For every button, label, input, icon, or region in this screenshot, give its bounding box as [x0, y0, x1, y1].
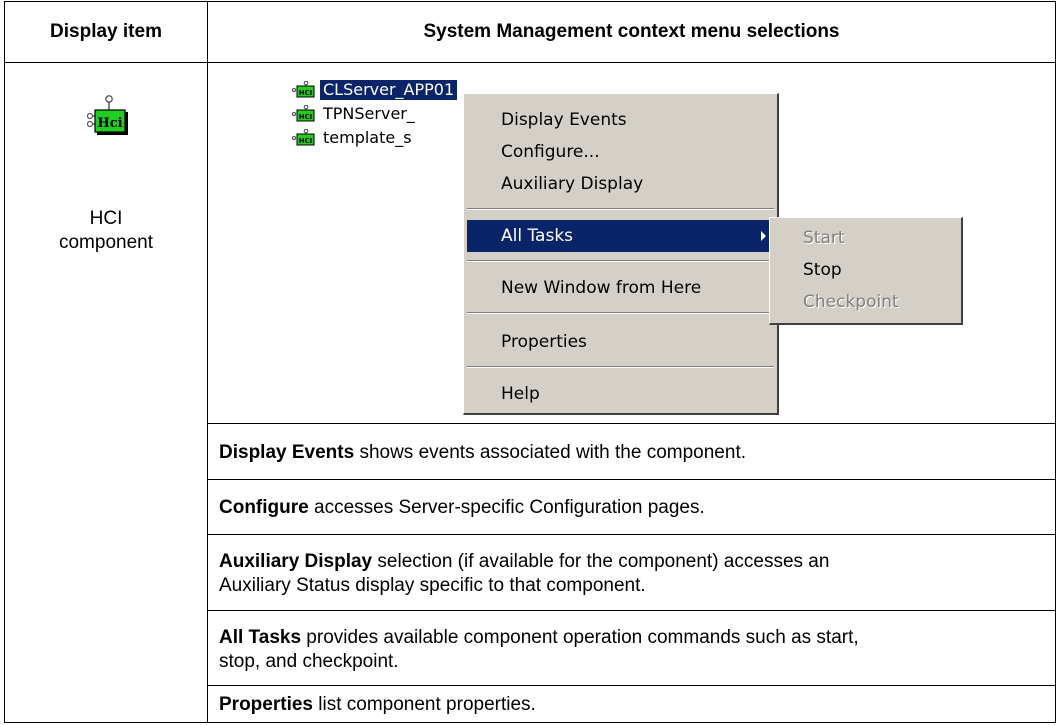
description-term: Auxiliary Display	[219, 551, 373, 572]
all-tasks-submenu: Start Stop Checkpoint	[769, 217, 963, 325]
menu-separator	[467, 260, 774, 262]
description-term: Properties	[219, 694, 313, 715]
hci-component-icon: Hci	[87, 95, 128, 135]
hci-server-icon: HCI	[292, 81, 315, 98]
menu-item-all-tasks[interactable]: All Tasks	[467, 220, 774, 252]
context-menu: Display Events Configure... Auxiliary Di…	[463, 93, 779, 415]
description-all-tasks: All Tasks provides available component o…	[208, 626, 888, 674]
tree-item-tpnserver[interactable]: HCI TPNServer_	[292, 103, 418, 125]
row-divider	[208, 479, 1055, 480]
tree-item-label: CLServer_APP01	[318, 79, 459, 101]
row-divider	[208, 610, 1055, 611]
submenu-arrow-icon	[761, 231, 766, 241]
submenu-item-start[interactable]: Start	[773, 222, 958, 254]
row-divider	[208, 423, 1055, 424]
description-term: Display Events	[219, 442, 355, 463]
menu-item-configure[interactable]: Configure...	[467, 136, 774, 168]
hci-server-icon: HCI	[292, 129, 315, 146]
description-configure: Configure accesses Server-specific Confi…	[208, 496, 1055, 520]
description-text: accesses Server-specific Configuration p…	[308, 497, 705, 518]
reference-table: Display item System Management context m…	[4, 1, 1056, 723]
svg-text:HCI: HCI	[299, 89, 313, 97]
display-item-label-line2: component	[58, 232, 153, 253]
hci-icon-text: Hci	[97, 116, 122, 131]
tree-item-label: TPNServer_	[323, 104, 415, 123]
svg-text:HCI: HCI	[299, 113, 313, 121]
header-display-item: Display item	[50, 21, 162, 42]
display-item-label-line1: HCI	[89, 208, 123, 229]
menu-separator	[467, 312, 774, 314]
description-text: list component properties.	[312, 694, 536, 715]
display-item-label: HCI component	[5, 207, 207, 255]
menu-item-display-events[interactable]: Display Events	[467, 104, 774, 136]
menu-separator	[467, 366, 774, 368]
menu-item-label: All Tasks	[501, 226, 574, 246]
menu-item-properties[interactable]: Properties	[467, 326, 774, 358]
description-term: Configure	[219, 497, 309, 518]
menu-separator	[467, 208, 774, 210]
svg-text:HCI: HCI	[299, 137, 313, 145]
submenu-item-stop[interactable]: Stop	[773, 254, 958, 286]
context-menu-screenshot: HCI CLServer_APP01 HCI TPNServer_ HCI te…	[208, 63, 1055, 423]
description-display-events: Display Events shows events associated w…	[208, 441, 1055, 465]
tree-item-template[interactable]: HCI template_s	[292, 127, 415, 149]
description-auxiliary-display: Auxiliary Display selection (if availabl…	[208, 550, 868, 598]
row-divider	[208, 534, 1055, 535]
tree-item-label: template_s	[323, 128, 412, 147]
description-term: All Tasks	[219, 627, 302, 648]
menu-item-auxiliary-display[interactable]: Auxiliary Display	[467, 168, 774, 200]
description-text: shows events associated with the compone…	[354, 442, 747, 463]
tree-item-clserver[interactable]: HCI CLServer_APP01	[292, 79, 459, 101]
menu-item-help[interactable]: Help	[467, 378, 774, 410]
description-text: provides available component operation c…	[219, 627, 859, 672]
header-context-menu-selections: System Management context menu selection…	[423, 21, 840, 42]
description-properties: Properties list component properties.	[208, 693, 1055, 717]
submenu-item-checkpoint[interactable]: Checkpoint	[773, 286, 958, 318]
row-divider	[208, 685, 1055, 686]
hci-server-icon: HCI	[292, 105, 315, 122]
menu-item-new-window[interactable]: New Window from Here	[467, 272, 774, 304]
